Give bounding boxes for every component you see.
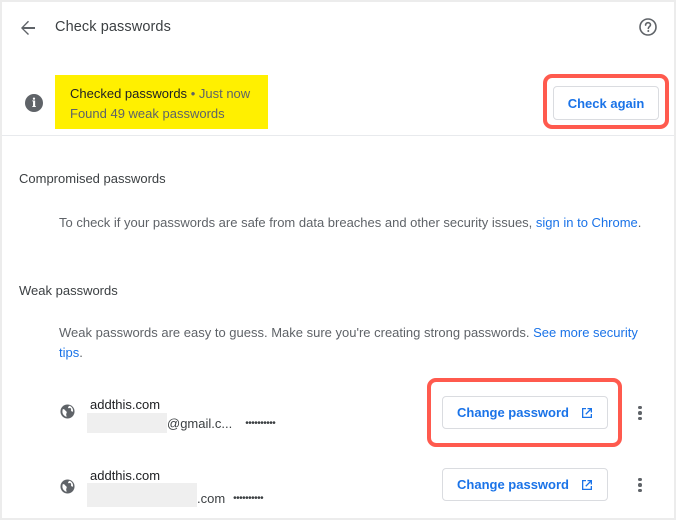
back-button[interactable] (16, 16, 40, 40)
open-in-new-icon (581, 407, 593, 419)
site-name: addthis.com (90, 468, 161, 483)
password-mask: •••••••••• (245, 417, 276, 429)
list-item: addthis.com @gmail.c... •••••••••• Chang… (2, 378, 674, 447)
compromised-description: To check if your passwords are safe from… (59, 213, 641, 233)
more-vert-icon (638, 405, 642, 410)
password-mask: •••••••••• (233, 492, 264, 504)
change-password-label: Change password (457, 405, 569, 420)
info-icon: i (25, 94, 43, 112)
more-vert-button[interactable] (634, 403, 646, 423)
weak-section-title: Weak passwords (19, 283, 118, 298)
list-item: addthis.com .com •••••••••• Change passw… (2, 454, 674, 514)
page-header: Check passwords (2, 2, 674, 54)
compromised-section-title: Compromised passwords (19, 171, 166, 186)
compromised-text: To check if your passwords are safe from… (59, 215, 536, 230)
redacted-username (87, 483, 197, 507)
status-line: Checked passwords • Just now (70, 86, 250, 101)
weak-text: Weak passwords are easy to guess. Make s… (59, 325, 534, 340)
change-password-label: Change password (457, 477, 569, 492)
status-summary: Found 49 weak passwords (70, 106, 225, 121)
username: @gmail.c... (167, 415, 233, 431)
credential: .com •••••••••• (87, 483, 264, 507)
globe-icon (60, 479, 75, 494)
status-time: Just now (198, 86, 251, 101)
compromised-trailing: . (637, 215, 642, 230)
page-title: Check passwords (55, 19, 171, 35)
weak-trailing: . (79, 345, 83, 360)
help-button[interactable] (638, 17, 658, 37)
credential: @gmail.c... •••••••••• (87, 413, 276, 433)
more-vert-button[interactable] (634, 475, 646, 495)
change-password-button[interactable]: Change password (442, 468, 608, 501)
more-vert-icon (638, 477, 642, 482)
globe-icon (60, 404, 75, 419)
username: .com (197, 490, 226, 506)
arrow-left-icon (21, 20, 35, 35)
status-highlight: Checked passwords • Just now Found 49 we… (55, 75, 268, 129)
password-check-status: i Checked passwords • Just now Found 49 … (2, 54, 674, 136)
status-checked-label: Checked passwords (70, 86, 188, 101)
change-password-button[interactable]: Change password (442, 396, 608, 429)
sign-in-link[interactable]: sign in to Chrome (536, 215, 638, 230)
check-passwords-page: Check passwords i Checked passwords • Ju… (2, 2, 674, 518)
status-separator: • (190, 86, 196, 101)
site-name: addthis.com (90, 397, 161, 412)
redacted-username (87, 413, 167, 433)
weak-description: Weak passwords are easy to guess. Make s… (59, 323, 649, 363)
check-again-button[interactable]: Check again (553, 86, 659, 120)
help-circle-icon (639, 18, 657, 36)
open-in-new-icon (581, 479, 593, 491)
